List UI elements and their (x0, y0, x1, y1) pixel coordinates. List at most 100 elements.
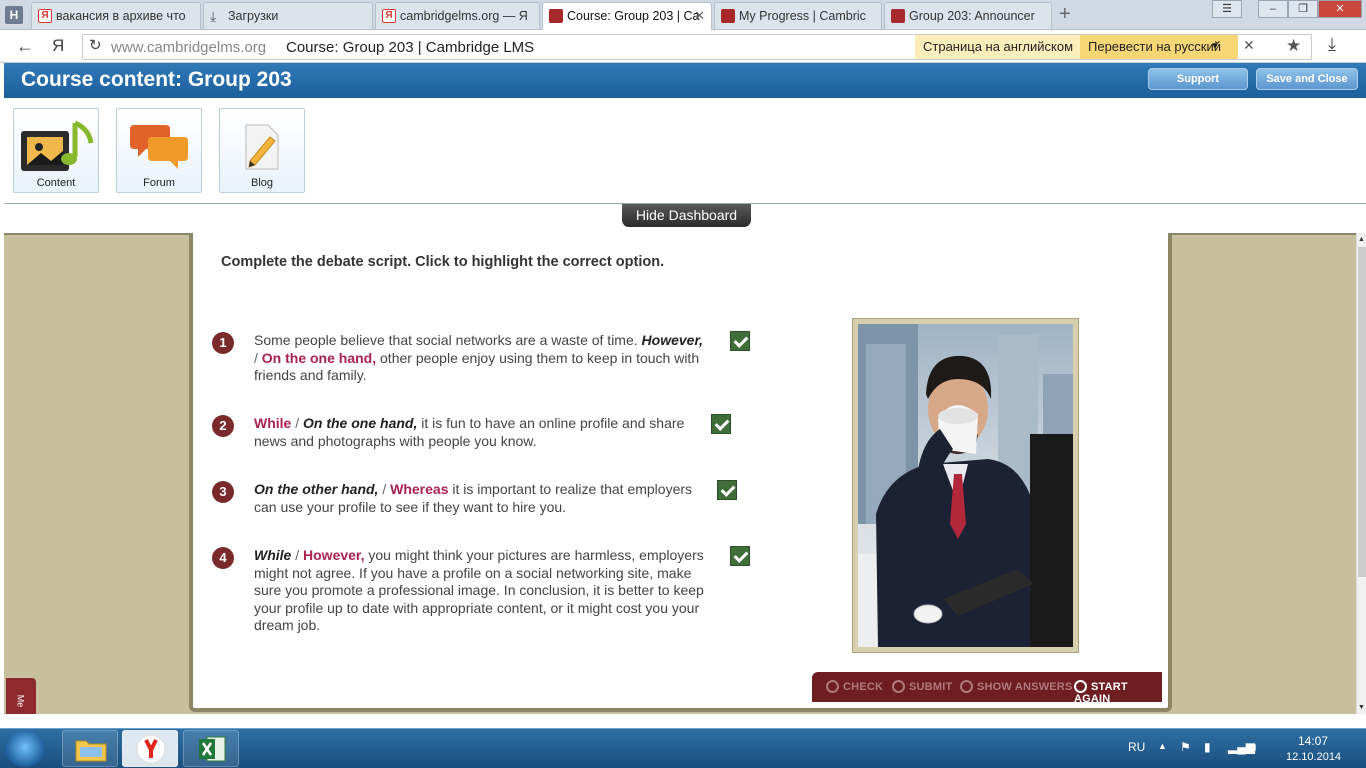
yandex-browser-taskbar-icon[interactable] (122, 730, 178, 767)
tab-label: Загрузки (228, 9, 279, 23)
close-tab-icon[interactable]: ✕ (694, 3, 705, 29)
yandex-logo-icon[interactable]: Я (52, 36, 64, 56)
businessman-photo (858, 324, 1073, 647)
scrollbar-thumb[interactable] (1358, 247, 1366, 577)
save-and-close-button[interactable]: Save and Close (1256, 68, 1358, 90)
close-window-icon[interactable]: ✕ (1318, 0, 1362, 18)
tab-cambridgelms-search[interactable]: Я cambridgelms.org — Я (375, 2, 540, 29)
url-field[interactable]: ↻ www.cambridgelms.org Course: Group 203… (82, 34, 1312, 60)
item-number: 1 (212, 332, 234, 354)
network-error-icon[interactable]: ⚑ (1180, 740, 1191, 754)
excel-taskbar-icon[interactable] (183, 730, 239, 767)
check-icon (826, 680, 839, 693)
download-icon: ⤓ (210, 8, 217, 24)
new-tab-icon[interactable]: + (1059, 3, 1071, 26)
show-answers-icon (960, 680, 973, 693)
minimize-icon[interactable]: ‒ (1258, 0, 1288, 18)
clock-date[interactable]: 12.10.2014 (1286, 751, 1341, 763)
explorer-taskbar-icon[interactable] (62, 730, 118, 767)
item-text: On the other hand, / Whereas it is impor… (254, 481, 714, 516)
language-indicator[interactable]: RU (1128, 740, 1145, 754)
option-on-the-one-hand[interactable]: On the one hand, (262, 350, 376, 366)
back-arrow-icon[interactable]: ← (16, 36, 34, 57)
tab-label: вакансия в архиве что (56, 9, 186, 23)
menu-icon[interactable]: ☰ (1212, 0, 1242, 18)
exercise-toolbar: CHECK SUBMIT SHOW ANSWERS START AGAIN (812, 672, 1162, 705)
side-menu-tab-label: Me (15, 694, 26, 708)
translate-notice: Страница на английском (915, 35, 1080, 59)
translate-button-label: Перевести на русский (1088, 39, 1222, 54)
signal-icon[interactable]: ▂▄▆ (1228, 740, 1255, 754)
item-number: 3 (212, 481, 234, 503)
hide-dashboard-button[interactable]: Hide Dashboard (622, 204, 751, 227)
option-while[interactable]: While (254, 415, 291, 431)
cambridge-icon (721, 9, 735, 23)
tab-label: Group 203: Announcer (909, 9, 1035, 23)
yandex-browser-icon (136, 734, 166, 764)
option-on-the-one-hand[interactable]: On the one hand, (303, 415, 417, 431)
item-text-rest: can use your profile to see if they want… (254, 498, 567, 515)
dashboard-forum-tile[interactable]: Forum (116, 108, 202, 193)
checkbox-check-icon[interactable] (711, 414, 731, 434)
illustration-frame (852, 318, 1079, 653)
show-answers-button[interactable]: SHOW ANSWERS (960, 680, 1073, 693)
option-separator: / (254, 349, 258, 366)
home-button[interactable]: H (5, 6, 23, 24)
checkbox-check-icon[interactable] (730, 546, 750, 566)
check-label: CHECK (843, 681, 884, 693)
start-button-icon[interactable] (5, 731, 45, 767)
option-however[interactable]: However, (642, 332, 703, 348)
page-scrollbar[interactable]: ▲ ▼ (1356, 233, 1366, 714)
dashboard-blog-tile[interactable]: Blog (219, 108, 305, 193)
check-button[interactable]: CHECK (826, 680, 883, 693)
downloads-icon[interactable]: ⤓ (1328, 34, 1336, 55)
dashboard-content-label: Content (36, 177, 76, 189)
reload-icon[interactable]: ↻ (89, 36, 102, 54)
option-separator: / (295, 547, 300, 563)
tab-downloads[interactable]: ⤓ Загрузки (203, 2, 373, 29)
tray-arrow-icon[interactable]: ▲ (1158, 741, 1167, 751)
submit-label: SUBMIT (909, 681, 953, 693)
translate-button[interactable]: Перевести на русский ▼ (1080, 35, 1238, 59)
support-button[interactable]: Support (1148, 68, 1248, 90)
option-however[interactable]: However, (303, 547, 364, 563)
tab-vacancy[interactable]: Я вакансия в архиве что (31, 2, 201, 29)
submit-button[interactable]: SUBMIT (892, 680, 952, 693)
cambridge-icon (549, 9, 563, 23)
forum-icon (130, 125, 188, 169)
checkbox-check-icon[interactable] (730, 331, 750, 351)
windows-taskbar: RU ▲ ⚑ ▮ ▂▄▆ 🔈︎ 14:07 12.10.2014 (0, 728, 1366, 768)
side-menu-tab[interactable]: Me (6, 678, 36, 714)
start-again-button[interactable]: START AGAIN (1074, 680, 1162, 705)
clock-time[interactable]: 14:07 (1298, 734, 1328, 748)
option-while[interactable]: While (254, 547, 291, 563)
dashboard-forum-label: Forum (143, 177, 175, 189)
maximize-icon[interactable]: ❐ (1288, 0, 1318, 18)
tab-label: Course: Group 203 | Ca (567, 9, 700, 23)
option-whereas[interactable]: Whereas (390, 481, 448, 497)
dashboard-content-tile[interactable]: Content (13, 108, 99, 193)
cambridge-icon (891, 9, 905, 23)
dashboard: Content Forum Blog (4, 98, 1366, 204)
chevron-down-icon[interactable]: ▼ (1210, 35, 1220, 59)
bookmark-star-icon[interactable]: ★ (1286, 36, 1301, 56)
tab-announcements[interactable]: Group 203: Announcer (884, 2, 1052, 29)
excel-icon (199, 736, 226, 762)
battery-icon[interactable]: ▮ (1204, 740, 1211, 754)
yandex-icon: Я (38, 9, 52, 23)
option-on-the-other-hand[interactable]: On the other hand, (254, 481, 378, 497)
tab-my-progress[interactable]: My Progress | Cambric (714, 2, 882, 29)
checkbox-check-icon[interactable] (717, 480, 737, 500)
dashboard-blog-label: Blog (250, 177, 274, 189)
scroll-up-arrow-icon[interactable]: ▲ (1358, 236, 1365, 243)
close-translate-icon[interactable]: ✕ (1243, 37, 1255, 54)
item-number: 2 (212, 415, 234, 437)
tab-label: cambridgelms.org — Я (400, 9, 528, 23)
item-number: 4 (212, 547, 234, 569)
folder-icon (75, 740, 107, 762)
option-separator: / (295, 415, 300, 431)
scroll-down-arrow-icon[interactable]: ▼ (1358, 704, 1365, 711)
tab-course-group-203[interactable]: Course: Group 203 | Ca ✕ (542, 2, 712, 30)
volume-icon[interactable]: 🔈︎ (1252, 740, 1259, 755)
item-text-line: other people enjoy using them to keep in… (376, 349, 700, 366)
